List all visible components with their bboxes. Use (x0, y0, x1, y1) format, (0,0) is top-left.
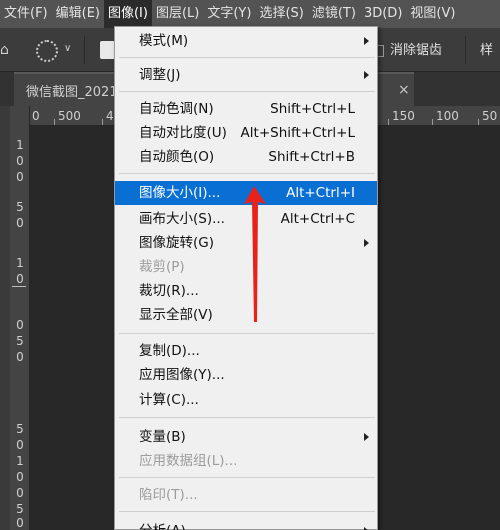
menu-separator (119, 333, 375, 334)
ruler-label: 0 (16, 470, 24, 484)
menu-bar: 文件(F) 编辑(E) 图像(I) 图层(L) 文字(Y) 选择(S) 滤镜(T… (0, 0, 500, 28)
menu-item-analysis[interactable]: 分析(A) (115, 519, 377, 530)
menu-item-shortcut: Alt+Ctrl+C (280, 211, 355, 227)
ruler-label: 5 (16, 334, 24, 348)
ruler-label: 0 (16, 216, 24, 230)
ruler-label: 0 (16, 154, 24, 168)
menu-item-label: 分析(A) (139, 519, 186, 530)
menu-item-label: 模式(M) (139, 33, 189, 49)
ruler-tick (478, 119, 479, 125)
menu-item-label: 自动颜色(O) (139, 149, 215, 165)
ruler-label: 1 (16, 454, 24, 468)
ruler-label: 0 (16, 516, 24, 530)
menu-separator (119, 511, 375, 512)
menu-item-label: 计算(C)... (139, 392, 199, 408)
menu-item-duplicate[interactable]: 复制(D)... (115, 339, 377, 363)
vertical-ruler: 1 0 0 5 0 1 0 0 5 0 5 0 1 0 0 5 0 (10, 106, 30, 530)
menu-separator (119, 417, 375, 418)
menu-item-auto-color[interactable]: 自动颜色(O) Shift+Ctrl+B (115, 145, 377, 169)
menu-separator (119, 57, 375, 58)
ruler-tick (54, 119, 55, 125)
antialias-checkbox[interactable]: 消除锯齿 (372, 41, 442, 61)
ruler-label: 100 (436, 109, 459, 123)
menu-item-shortcut: Alt+Shift+Ctrl+L (240, 125, 355, 141)
menu-item-label: 裁剪(P) (139, 259, 185, 275)
ruler-label: 1 (16, 138, 24, 152)
chevron-down-icon[interactable]: ∨ (64, 43, 71, 54)
ruler-label: 500 (58, 109, 81, 123)
home-icon[interactable]: ⌂ (0, 40, 10, 60)
menu-item-shortcut: Shift+Ctrl+B (268, 149, 355, 165)
ruler-label: 0 (32, 109, 40, 123)
menu-item-label: 陷印(T)... (139, 487, 198, 503)
menu-separator (119, 91, 375, 92)
ruler-label: 5 (16, 422, 24, 436)
menu-layer[interactable]: 图层(L) (152, 0, 203, 28)
menu-item-apply-image[interactable]: 应用图像(Y)... (115, 363, 377, 387)
menu-item-label: 应用数据组(L)... (139, 453, 238, 469)
ruler-label: 50 (482, 109, 498, 123)
menu-item-label: 自动色调(N) (139, 101, 214, 117)
elliptical-marquee-icon[interactable] (36, 40, 58, 62)
menu-item-label: 调整(J) (139, 67, 181, 83)
menu-image[interactable]: 图像(I) (103, 0, 152, 28)
annotation-arrow-icon (244, 186, 266, 322)
ruler-label: 150 (392, 109, 415, 123)
menu-3d[interactable]: 3D(D) (360, 0, 406, 28)
menu-item-mode[interactable]: 模式(M) (115, 29, 377, 53)
ruler-label: 1 (16, 256, 24, 270)
menu-item-label: 变量(B) (139, 429, 186, 445)
menu-select[interactable]: 选择(S) (255, 0, 307, 28)
menu-item-auto-contrast[interactable]: 自动对比度(U) Alt+Shift+Ctrl+L (115, 121, 377, 145)
submenu-arrow-icon (364, 37, 369, 45)
ruler-tick (102, 119, 103, 125)
menu-item-calculations[interactable]: 计算(C)... (115, 388, 377, 412)
menu-view[interactable]: 视图(V) (406, 0, 459, 28)
submenu-arrow-icon (364, 433, 369, 441)
menu-separator (119, 477, 375, 478)
menu-item-label: 显示全部(V) (139, 307, 213, 323)
tools-panel (0, 106, 10, 530)
menu-item-auto-tone[interactable]: 自动色调(N) Shift+Ctrl+L (115, 97, 377, 121)
menu-item-adjustments[interactable]: 调整(J) (115, 63, 377, 87)
menu-item-shortcut: Alt+Ctrl+I (286, 185, 355, 201)
ruler-label: 5 (16, 502, 24, 516)
menu-separator (119, 173, 375, 174)
menu-item-label: 自动对比度(U) (139, 125, 227, 141)
document-tab-title: 微信截图_2021 (26, 85, 118, 100)
menu-file[interactable]: 文件(F) (0, 0, 52, 28)
toolbar-divider (465, 36, 466, 64)
antialias-label: 消除锯齿 (390, 43, 443, 58)
ruler-label: 0 (16, 170, 24, 184)
ruler-label: 0 (16, 486, 24, 500)
ruler-label: 0 (16, 350, 24, 364)
ruler-label: 0 (16, 438, 24, 452)
menu-item-label: 画布大小(S)... (139, 211, 225, 227)
menu-item-label: 图像旋转(G) (139, 235, 214, 251)
style-label: 样 (480, 43, 494, 58)
menu-item-variables[interactable]: 变量(B) (115, 425, 377, 449)
menu-item-trap: 陷印(T)... (115, 483, 377, 507)
ruler-mark (12, 286, 26, 287)
menu-filter[interactable]: 滤镜(T) (308, 0, 360, 28)
toolbar-divider (84, 36, 85, 64)
ruler-label: 5 (16, 200, 24, 214)
menu-type[interactable]: 文字(Y) (203, 0, 255, 28)
submenu-arrow-icon (364, 71, 369, 79)
menu-item-shortcut: Shift+Ctrl+L (270, 101, 355, 117)
menu-item-apply-data-set: 应用数据组(L)... (115, 449, 377, 473)
menu-item-label: 图像大小(I)... (139, 185, 221, 201)
menu-edit[interactable]: 编辑(E) (52, 0, 104, 28)
menu-item-label: 复制(D)... (139, 343, 200, 359)
submenu-arrow-icon (364, 239, 369, 247)
close-icon[interactable]: × (398, 82, 410, 98)
ruler-label: 0 (16, 272, 24, 286)
ruler-label: 0 (16, 318, 24, 332)
ruler-label: 4 (106, 109, 114, 123)
menu-item-label: 裁切(R)... (139, 283, 199, 299)
ruler-tick (432, 119, 433, 125)
menu-item-label: 应用图像(Y)... (139, 367, 225, 383)
ruler-tick (388, 119, 389, 125)
